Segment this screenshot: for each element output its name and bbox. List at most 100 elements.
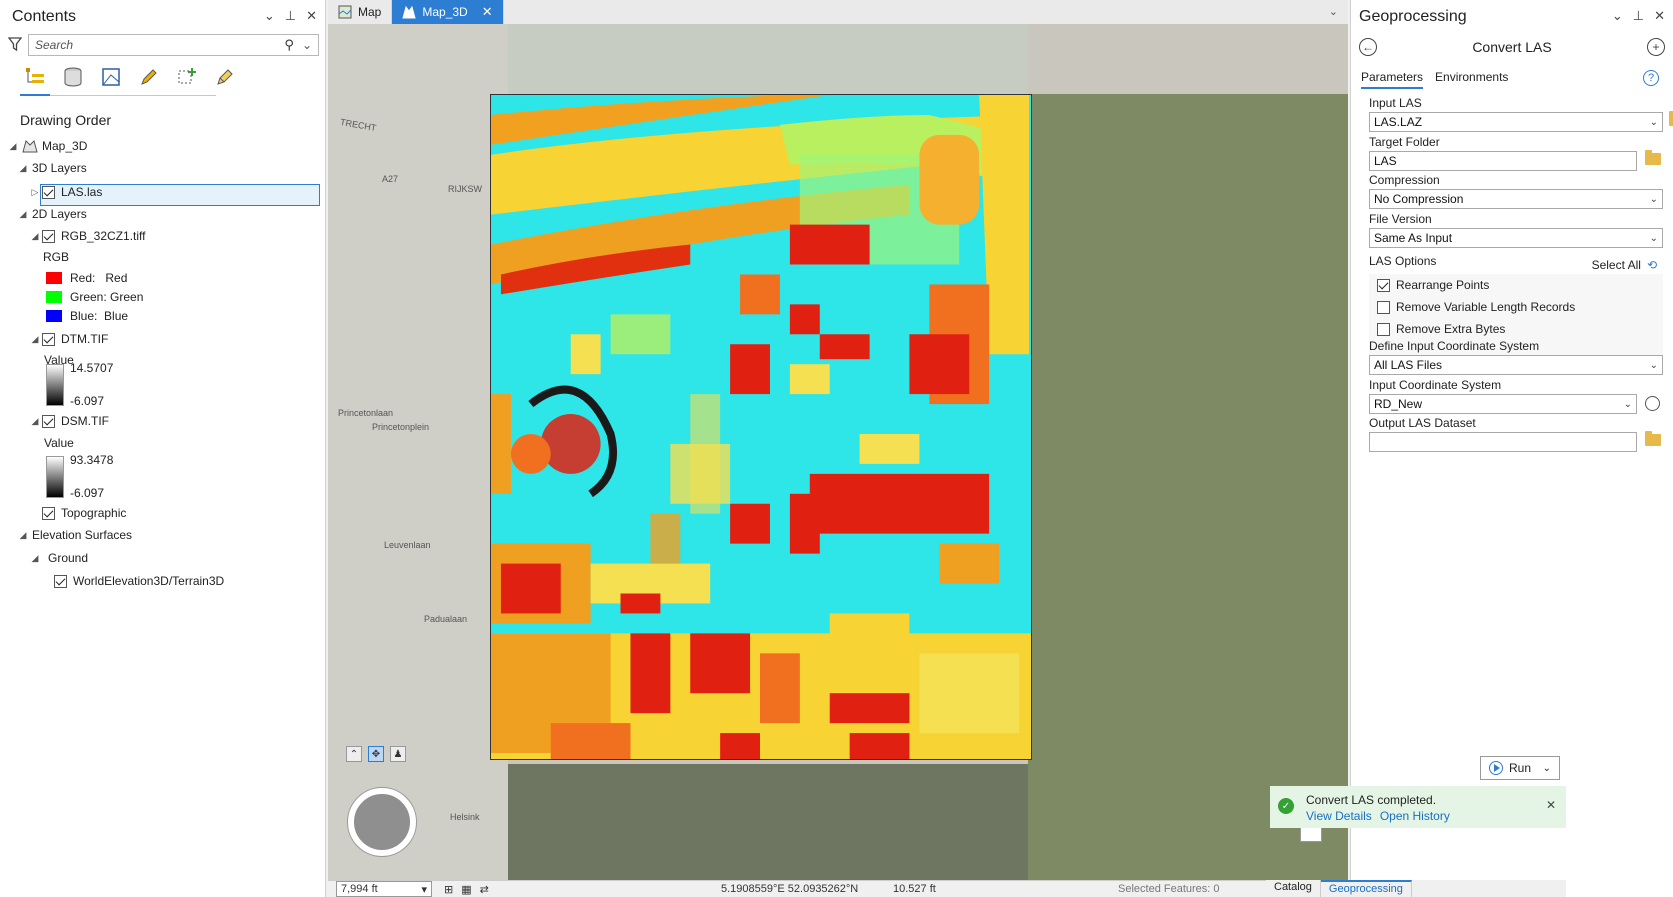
chevron-down-icon[interactable]: ⌄	[1650, 117, 1658, 128]
collapse-icon[interactable]: ◢	[30, 231, 40, 242]
list-by-snapping-tab[interactable]	[174, 64, 200, 90]
list-by-editing-tab[interactable]	[136, 64, 162, 90]
option-rearrange-points[interactable]: Rearrange Points	[1369, 274, 1663, 296]
collapse-icon[interactable]: ◢	[18, 163, 28, 174]
collapse-icon[interactable]: ◢	[8, 141, 18, 152]
collapse-icon[interactable]: ◢	[30, 334, 40, 345]
reset-icon[interactable]: ⟲	[1647, 258, 1657, 272]
dtm-layer-checkbox[interactable]	[42, 332, 55, 346]
expand-navigator-icon[interactable]: ⌃	[346, 746, 362, 762]
legend-band-blue: Blue: Blue	[46, 306, 128, 326]
filter-icon[interactable]	[7, 36, 24, 54]
run-button[interactable]: Run ⌄	[1480, 756, 1560, 780]
chevron-down-icon[interactable]: ⌄	[1650, 360, 1658, 371]
chevron-down-icon[interactable]: ▾	[421, 883, 427, 896]
tab-map-3d[interactable]: Map_3D ✕	[392, 0, 504, 24]
pin-icon[interactable]: ⊥	[285, 8, 296, 24]
topographic-checkbox[interactable]	[42, 506, 55, 520]
search-icon[interactable]: ⚲	[284, 37, 294, 53]
add-icon[interactable]: +	[1647, 38, 1665, 56]
tree-node-dsm-layer[interactable]: ◢ DSM.TIF	[30, 411, 109, 431]
tree-node-terrain[interactable]: WorldElevation3D/Terrain3D	[52, 571, 224, 591]
param-input-las: Input LAS LAS.LAZ ⌄	[1369, 96, 1673, 132]
remove-extra-bytes-checkbox[interactable]	[1377, 322, 1390, 336]
folder-browse-button[interactable]	[1645, 431, 1661, 448]
tree-node-las-layer[interactable]: ▷ LAS.las	[30, 182, 103, 202]
coordinate-system-button[interactable]	[1645, 396, 1661, 411]
tab-geoprocessing[interactable]: Geoprocessing	[1320, 880, 1412, 897]
define-cs-dropdown[interactable]: All LAS Files ⌄	[1369, 355, 1663, 375]
close-icon[interactable]: ✕	[306, 8, 317, 24]
tab-map[interactable]: Map	[328, 0, 393, 24]
tree-node-topographic[interactable]: Topographic	[40, 503, 126, 523]
target-folder-input[interactable]: LAS	[1369, 151, 1637, 171]
view-details-link[interactable]: View Details	[1306, 808, 1372, 824]
collapse-icon[interactable]: ◢	[30, 553, 40, 564]
tree-node-ground[interactable]: ◢ Ground	[30, 548, 89, 568]
collapse-icon[interactable]: ◢	[18, 209, 28, 220]
close-icon[interactable]: ✕	[1546, 798, 1556, 812]
list-by-labeling-tab[interactable]	[212, 64, 238, 90]
output-las-input[interactable]	[1369, 432, 1637, 452]
chevron-down-icon[interactable]: ⌄	[264, 8, 275, 24]
close-tab-icon[interactable]: ✕	[482, 4, 493, 20]
expand-icon[interactable]: ▷	[30, 187, 40, 198]
contents-search-input[interactable]: Search ⚲ ⌄	[28, 34, 319, 56]
tab-catalog[interactable]: Catalog	[1266, 880, 1321, 897]
chevron-down-icon[interactable]: ⌄	[1543, 763, 1551, 774]
list-by-selection-tab[interactable]	[98, 64, 124, 90]
drawing-order-heading: Drawing Order	[20, 112, 112, 128]
chevron-down-icon[interactable]: ⌄	[1650, 233, 1658, 244]
open-history-link[interactable]: Open History	[1380, 808, 1450, 824]
remove-vlr-checkbox[interactable]	[1377, 300, 1390, 314]
terrain-checkbox[interactable]	[54, 574, 67, 588]
pin-icon[interactable]: ⊥	[1633, 8, 1644, 24]
contents-title: Contents	[12, 8, 77, 25]
tree-node-rgb-layer[interactable]: ◢ RGB_32CZ1.tiff	[30, 226, 146, 246]
tree-node-elevation-surfaces[interactable]: ◢ Elevation Surfaces	[18, 525, 133, 545]
dsm-layer-checkbox[interactable]	[42, 414, 55, 428]
tab-environments[interactable]: Environments	[1435, 70, 1508, 89]
chevron-down-icon[interactable]: ⌄	[1612, 8, 1623, 24]
chevron-down-icon[interactable]: ⌄	[1650, 194, 1658, 205]
close-icon[interactable]: ✕	[1654, 8, 1665, 24]
select-all-control[interactable]: Select All ⟲	[1592, 258, 1657, 272]
walk-mode-icon[interactable]: ♟	[390, 746, 406, 762]
table-icon[interactable]: ▦	[461, 883, 471, 896]
input-las-dropdown[interactable]: LAS.LAZ ⌄	[1369, 112, 1663, 132]
tab-overflow-icon[interactable]: ⌄	[1329, 5, 1338, 18]
scale-input[interactable]: 7,994 ft ▾	[336, 881, 432, 897]
list-by-drawing-order-tab[interactable]	[22, 64, 48, 90]
tree-node-map[interactable]: ◢ Map_3D	[8, 136, 88, 156]
collapse-icon[interactable]: ◢	[30, 416, 40, 427]
tree-node-2d-layers[interactable]: ◢ 2D Layers	[18, 204, 87, 224]
file-version-dropdown[interactable]: Same As Input ⌄	[1369, 228, 1663, 248]
coordinates-readout: 5.1908559°E 52.0935262°N	[721, 883, 859, 895]
input-las-value: LAS.LAZ	[1374, 115, 1423, 129]
rgb-layer-checkbox[interactable]	[42, 229, 55, 243]
chevron-down-icon[interactable]: ⌄	[302, 38, 312, 52]
contents-view-tabs	[22, 64, 238, 90]
grid-icon[interactable]: ⊞	[444, 883, 453, 896]
option-remove-extra-bytes[interactable]: Remove Extra Bytes	[1369, 318, 1663, 340]
folder-browse-button[interactable]	[1645, 150, 1661, 167]
pan-mode-icon[interactable]: ✥	[368, 746, 384, 762]
navigate-icon[interactable]: ⇄	[480, 883, 489, 896]
collapse-icon[interactable]: ◢	[18, 530, 28, 541]
compression-dropdown[interactable]: No Compression ⌄	[1369, 189, 1663, 209]
help-icon[interactable]: ?	[1643, 70, 1659, 86]
back-arrow-icon[interactable]: ←	[1359, 38, 1377, 56]
tree-node-3d-layers[interactable]: ◢ 3D Layers	[18, 158, 87, 178]
tree-node-dtm-layer[interactable]: ◢ DTM.TIF	[30, 329, 109, 349]
las-layer-checkbox[interactable]	[42, 185, 55, 199]
map-3d-view[interactable]: TRECHT RIJKSW A27 Princetonlaan Princeto…	[328, 24, 1348, 880]
tab-parameters[interactable]: Parameters	[1361, 70, 1424, 89]
option-remove-vlr[interactable]: Remove Variable Length Records	[1369, 296, 1663, 318]
folder-browse-button[interactable]	[1669, 111, 1673, 128]
navigator-control[interactable]	[348, 788, 416, 856]
chevron-down-icon[interactable]: ⌄	[1624, 399, 1632, 410]
list-by-data-source-tab[interactable]	[60, 64, 86, 90]
map-status-bar: 7,994 ft ▾ ⊞ ▦ ⇄ 5.1908559°E 52.0935262°…	[328, 880, 1348, 897]
rearrange-points-checkbox[interactable]	[1377, 278, 1390, 292]
input-cs-dropdown[interactable]: RD_New ⌄	[1369, 394, 1637, 414]
